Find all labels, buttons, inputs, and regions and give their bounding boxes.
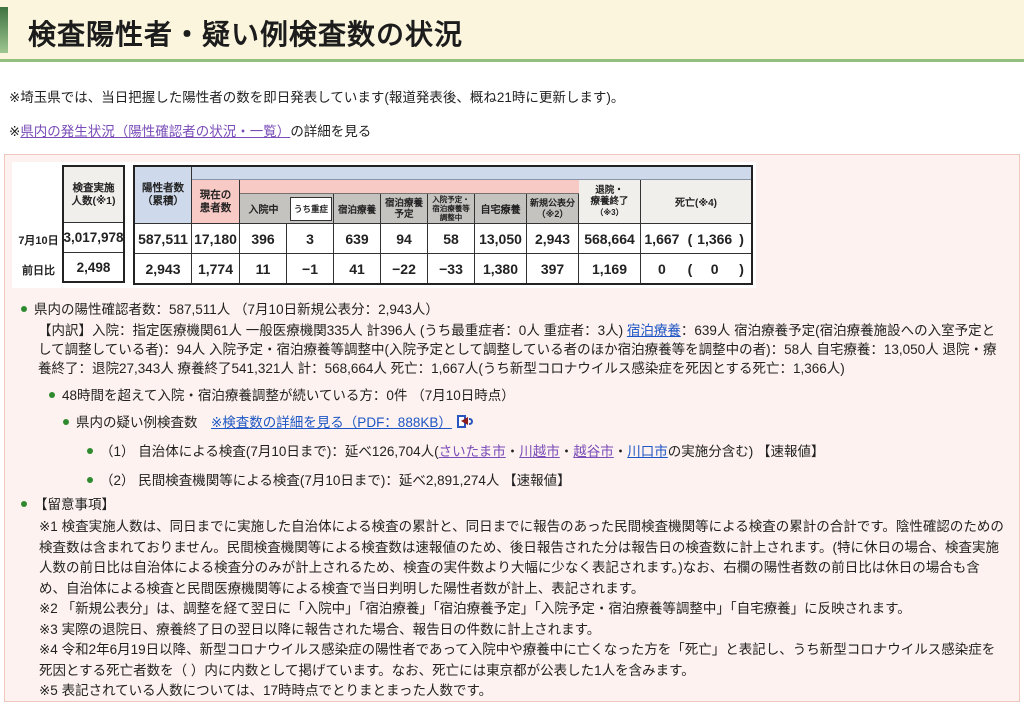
prefecture-status-link[interactable]: 県内の発生状況（陽性確認者の状況・一覧） (20, 124, 290, 139)
list-item-suspected-tests: 県内の疑い例検査数 ※検査数の詳細を見る（PDF：888KB） (5, 414, 1019, 431)
test-count-pdf-link[interactable]: ※検査数の詳細を見る（PDF：888KB） (211, 415, 452, 430)
hotel-recuperation-link[interactable]: 宿泊療養 (627, 323, 681, 338)
col-header-severe: うち重症 (290, 197, 332, 221)
status-table: 7月10日 前日比 検査実施 人数(※1) 3,017,978 2,498 陽性… (12, 162, 756, 288)
intro-link-prefix: ※ (9, 124, 21, 139)
cell-hotel: 639 (334, 224, 381, 253)
cell-home-diff: 1,380 (475, 254, 527, 283)
breakdown-paragraph: 【内訳】入院：指定医療機関61人 一般医療機関335人 計396人 (うち最重症… (38, 323, 997, 376)
read-aloud-icon[interactable] (456, 415, 474, 428)
list-item-remarks: 【留意事項】 (5, 496, 1019, 513)
cell-newly-announced: 2,943 (527, 224, 579, 253)
note-6: ※6 入院中の数については、確保病床に入院中の382人に新型コロナ受入病床以外に… (39, 702, 1005, 703)
header-band-cumulative (192, 167, 751, 180)
page-header: 検査陽性者・疑い例検査数の状況 (0, 0, 1024, 62)
cell-current-patients-diff: 1,774 (192, 254, 240, 283)
page: 検査陽性者・疑い例検査数の状況 ※埼玉県では、当日把握した陽性者の数を即日発表し… (0, 0, 1024, 707)
saitama-city-link[interactable]: さいたま市 (439, 444, 506, 459)
col-header-hotel-planned: 宿泊療養 予定 (381, 194, 428, 223)
cell-tests-diff: 2,498 (64, 252, 123, 281)
table-row-prev-day-diff: 2,943 1,774 11 −1 41 −22 −33 1,380 397 1… (135, 253, 751, 283)
tests-conducted-table: 検査実施 人数(※1) 3,017,978 2,498 (62, 165, 125, 283)
col-header-positives-cumulative: 陽性者数 （累積） (135, 167, 192, 223)
cell-hotel-planned-diff: −22 (381, 254, 428, 283)
cell-hotel-planned: 94 (381, 224, 428, 253)
col-header-newly-announced: 新規公表分 （※2） (527, 194, 579, 223)
cell-positives-total: 587,511 (135, 224, 192, 253)
positives-table: 陽性者数 （累積） 現在の 患者数 入院中 うち重症 宿泊療養 宿泊療養 予定 … (133, 165, 753, 285)
intro-note-text: ※埼玉県では、当日把握した陽性者の数を即日発表しています(報道発表後、概ね21時… (9, 90, 625, 105)
col-header-tests-conducted: 検査実施 人数(※1) (64, 167, 123, 223)
header-band-current-patients (240, 180, 579, 194)
intro-link-suffix: の詳細を見る (290, 124, 372, 139)
list-item-municipal-tests: （1） 自治体による検査(7月10日まで)：延べ126,704人(さいたま市・川… (5, 443, 1019, 460)
remarks-notes: ※1 検査実施人数は、同日までに実施した自治体による検査の累計と、同日までに報告… (39, 517, 1005, 703)
table-row-labels: 7月10日 前日比 (15, 165, 62, 285)
note-5: ※5 表記されている人数については、17時時点でとりまとまった人数です。 (39, 683, 493, 698)
cell-hotel-diff: 41 (334, 254, 381, 283)
cell-tests-total: 3,017,978 (63, 230, 124, 245)
cell-hospitalized-diff: 11 (240, 254, 287, 283)
cell-hospitalized: 396 (240, 224, 287, 253)
note-2: ※2 「新規公表分」は、調整を経て翌日に「入院中」「宿泊療養」「宿泊療養予定」「… (39, 601, 911, 616)
kawagoe-city-link[interactable]: 川越市 (519, 444, 560, 459)
note-3: ※3 実際の退院日、療養終了日の翌日以降に報告された場合、報告日の件数に計上され… (39, 621, 601, 637)
col-header-discharged: 退院・ 療養終了 （※3） (579, 180, 641, 223)
list-item-48hour-adjustment: 48時間を超えて入院・宿泊療養調整が続いている方：0件 （7月10日時点） (5, 387, 1019, 404)
bullet-icon (21, 501, 27, 507)
cell-home: 13,050 (475, 224, 527, 253)
page-title: 検査陽性者・疑い例検査数の状況 (28, 19, 464, 50)
intro-link-line: ※県内の発生状況（陽性確認者の状況・一覧）の詳細を見る (9, 123, 1024, 141)
col-header-current-patients: 現在の 患者数 (192, 180, 240, 223)
cell-severe: 3 (287, 224, 334, 253)
bullet-icon (21, 306, 27, 312)
cell-newly-announced-diff: 397 (527, 254, 579, 283)
col-header-adjusting: 入院予定・ 宿泊療養等 調整中 (428, 194, 475, 223)
cell-adjusting: 58 (428, 224, 475, 253)
positives-table-header: 陽性者数 （累積） 現在の 患者数 入院中 うち重症 宿泊療養 宿泊療養 予定 … (135, 167, 751, 223)
summary-list: 県内の陽性確認者数：587,511人 （7月10日新規公表分：2,943人） 【… (5, 301, 1019, 513)
row-label-prev-day-diff: 前日比 (22, 265, 55, 277)
cell-severe-diff: −1 (287, 254, 334, 283)
kawaguchi-city-link[interactable]: 川口市 (627, 444, 668, 459)
koshigaya-city-link[interactable]: 越谷市 (573, 444, 614, 459)
list-item-private-tests: （2） 民間検査機関等による検査(7月10日まで)：延べ2,891,274人 【… (5, 472, 1019, 489)
note-1: ※1 検査実施人数は、同日までに実施した自治体による検査の累計と、同日までに報告… (39, 519, 1004, 596)
status-panel: 7月10日 前日比 検査実施 人数(※1) 3,017,978 2,498 陽性… (4, 154, 1020, 702)
cell-deaths: 1,667 ( 1,366 ) (644, 230, 744, 247)
header-accent-bar (0, 7, 8, 53)
cell-discharged: 568,664 (579, 224, 641, 253)
cell-adjusting-diff: −33 (428, 254, 475, 283)
col-header-home-recuperation: 自宅療養 (475, 194, 527, 223)
bullet-icon (49, 392, 55, 398)
col-header-hospitalized: 入院中 (248, 205, 279, 216)
table-row-current: 587,511 17,180 396 3 639 94 58 13,050 2,… (135, 223, 751, 253)
note-4: ※4 令和2年6月19日以降、新型コロナウイルス感染症の陽性者であって入院中や療… (39, 642, 996, 678)
bullet-icon (87, 448, 93, 454)
intro-note: ※埼玉県では、当日把握した陽性者の数を即日発表しています(報道発表後、概ね21時… (9, 89, 1024, 107)
cell-deaths-diff: 0 ( 0 ) (658, 260, 744, 277)
col-header-hotel-recuperation: 宿泊療養 (334, 194, 381, 223)
cell-current-patients: 17,180 (192, 224, 240, 253)
row-label-date: 7月10日 (18, 235, 59, 247)
cell-positives-total-diff: 2,943 (135, 254, 192, 283)
bullet-icon (63, 419, 69, 425)
bullet-icon (87, 477, 93, 483)
cell-discharged-diff: 1,169 (579, 254, 641, 283)
list-item-positives-count: 県内の陽性確認者数：587,511人 （7月10日新規公表分：2,943人） (5, 301, 1019, 318)
col-header-deaths: 死亡(※4) (641, 180, 751, 223)
